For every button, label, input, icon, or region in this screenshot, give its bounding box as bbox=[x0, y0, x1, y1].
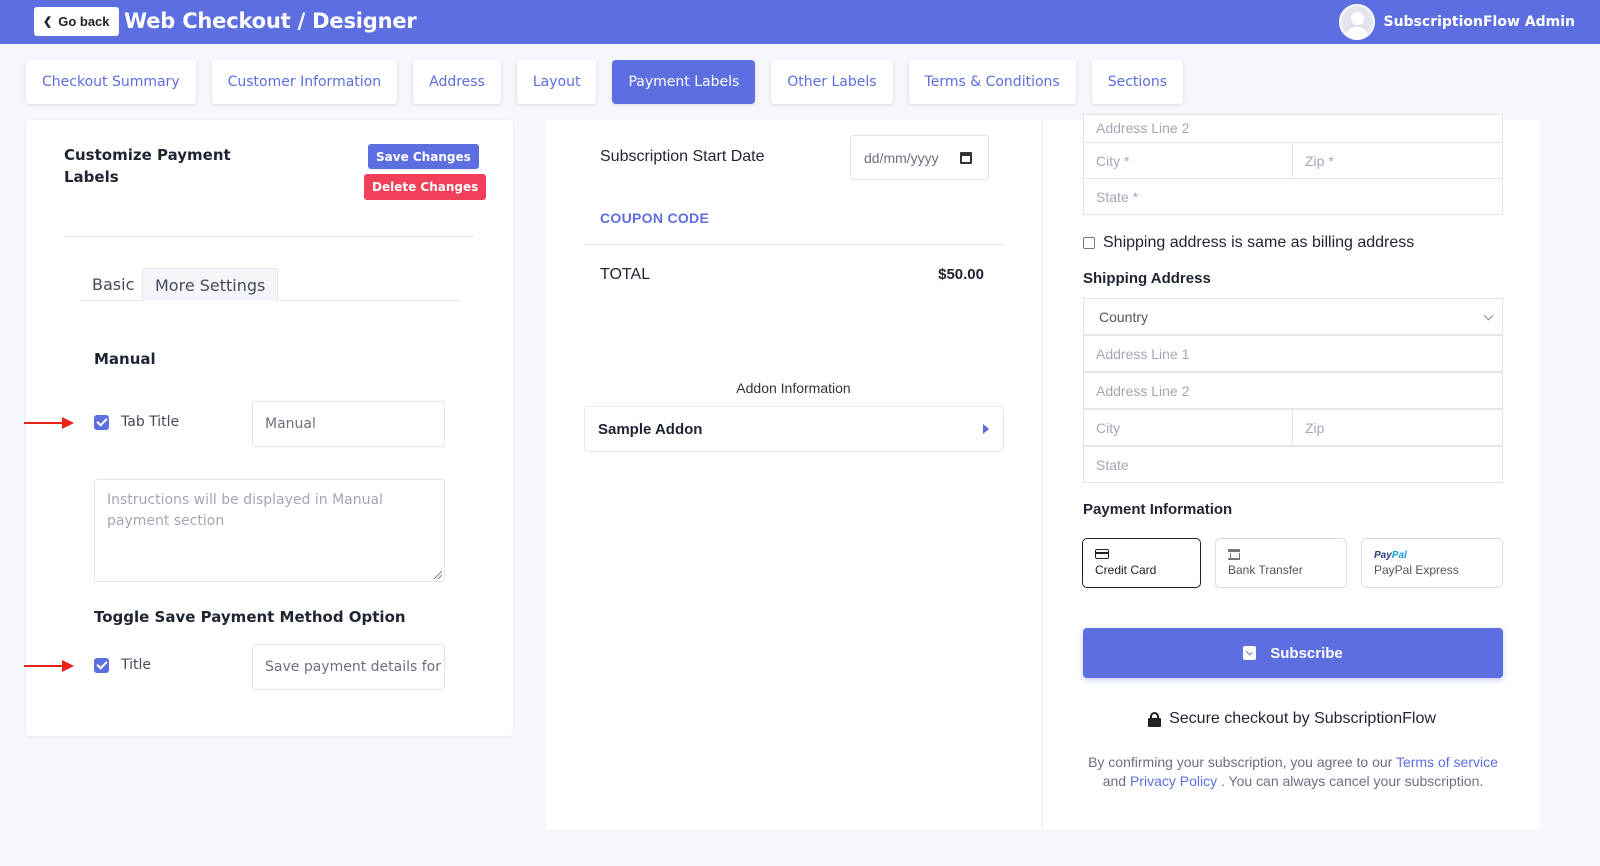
payment-option-bank-transfer[interactable]: Bank Transfer bbox=[1215, 538, 1347, 588]
start-date-label: Subscription Start Date bbox=[600, 148, 765, 165]
country-label: Country bbox=[1099, 308, 1149, 325]
user-menu[interactable]: SubscriptionFlow Admin bbox=[1339, 4, 1575, 40]
tab-title-row: Tab Title bbox=[94, 414, 179, 430]
start-date-input[interactable]: dd/mm/yyyy bbox=[850, 135, 989, 180]
billing-zip[interactable]: Zip * bbox=[1292, 142, 1503, 179]
shipping-address-line2[interactable]: Address Line 2 bbox=[1083, 372, 1503, 409]
manual-heading: Manual bbox=[94, 350, 156, 368]
paypal-label: PayPal Express bbox=[1374, 563, 1459, 577]
delete-changes-button[interactable]: Delete Changes bbox=[364, 174, 487, 200]
tab-other-labels[interactable]: Other Labels bbox=[771, 60, 893, 104]
secure-checkout: Secure checkout by SubscriptionFlow bbox=[1043, 710, 1541, 728]
checkout-summary-preview: Subscription Start Date dd/mm/yyyy COUPO… bbox=[546, 120, 1041, 830]
tab-checkout-summary[interactable]: Checkout Summary bbox=[26, 60, 196, 104]
payment-heading: Payment Information bbox=[1083, 501, 1233, 518]
tab-title-checkbox[interactable] bbox=[94, 414, 109, 430]
divider bbox=[584, 244, 1004, 245]
country-select[interactable]: Country bbox=[1083, 298, 1503, 335]
top-bar: ❮ Go back Web Checkout / Designer Subscr… bbox=[0, 0, 1600, 44]
tab-layout[interactable]: Layout bbox=[516, 60, 597, 104]
chevron-left-icon: ❮ bbox=[43, 16, 53, 28]
secure-checkout-label: Secure checkout by SubscriptionFlow bbox=[1169, 710, 1436, 727]
settings-panel: Customize Payment Labels Save Changes De… bbox=[24, 120, 513, 736]
panel-title: Customize Payment Labels bbox=[64, 146, 231, 186]
paypal-logo-icon: PayPal bbox=[1374, 550, 1407, 561]
checkout-form-preview: Address Line 2 City * Zip * State * Ship… bbox=[1042, 114, 1541, 830]
paypal-logo-text: Pay bbox=[1374, 550, 1392, 561]
go-back-label: Go back bbox=[58, 14, 110, 29]
tab-terms-conditions[interactable]: Terms & Conditions bbox=[908, 60, 1076, 104]
shipping-zip[interactable]: Zip bbox=[1292, 409, 1503, 446]
subscribe-label: Subscribe bbox=[1270, 644, 1343, 662]
coupon-code-link[interactable]: COUPON CODE bbox=[600, 210, 709, 226]
tab-title-input[interactable]: Manual bbox=[252, 401, 445, 447]
save-changes-button[interactable]: Save Changes bbox=[368, 144, 479, 169]
credit-card-label: Credit Card bbox=[1095, 563, 1157, 577]
title-row: Title bbox=[94, 657, 151, 673]
payment-option-credit-card[interactable]: Credit Card bbox=[1082, 538, 1201, 588]
calendar-icon[interactable] bbox=[960, 152, 972, 164]
user-name: SubscriptionFlow Admin bbox=[1383, 14, 1575, 30]
subscribe-button[interactable]: Subscribe bbox=[1083, 628, 1503, 678]
paypal-logo-text: Pal bbox=[1391, 550, 1407, 561]
arrow-right-icon bbox=[24, 417, 74, 429]
instructions-textarea[interactable]: Instructions will be displayed in Manual… bbox=[94, 479, 445, 582]
go-back-button[interactable]: ❮ Go back bbox=[34, 7, 119, 36]
toggle-save-heading: Toggle Save Payment Method Option bbox=[94, 608, 406, 626]
total-value: $50.00 bbox=[938, 266, 984, 283]
bank-transfer-label: Bank Transfer bbox=[1228, 563, 1303, 577]
privacy-policy-link[interactable]: Privacy Policy bbox=[1130, 773, 1217, 789]
page-title: Web Checkout / Designer bbox=[124, 9, 417, 33]
tab-customer-information[interactable]: Customer Information bbox=[211, 60, 398, 104]
billing-address-line2[interactable]: Address Line 2 bbox=[1083, 114, 1503, 143]
legal-text-2: and bbox=[1102, 773, 1127, 789]
shipping-state[interactable]: State bbox=[1083, 446, 1503, 483]
addon-item-label: Sample Addon bbox=[598, 420, 703, 438]
divider bbox=[64, 236, 474, 237]
payment-option-paypal[interactable]: PayPal PayPal Express bbox=[1361, 538, 1503, 588]
title-input[interactable]: Save payment details for f bbox=[252, 644, 445, 690]
same-address-label: Shipping address is same as billing addr… bbox=[1103, 234, 1415, 251]
subtab-more-settings[interactable]: More Settings bbox=[142, 268, 279, 301]
lock-icon bbox=[1148, 711, 1162, 727]
same-address-checkbox[interactable] bbox=[1083, 237, 1095, 249]
chevron-down-icon bbox=[1483, 310, 1494, 321]
terms-of-service-link[interactable]: Terms of service bbox=[1396, 754, 1498, 770]
credit-card-icon bbox=[1095, 549, 1109, 559]
designer-tabs: Checkout Summary Customer Information Ad… bbox=[26, 60, 1184, 104]
total-label: TOTAL bbox=[600, 266, 651, 283]
same-address-row: Shipping address is same as billing addr… bbox=[1083, 234, 1414, 252]
avatar bbox=[1339, 4, 1376, 40]
shopping-bag-icon bbox=[1243, 646, 1257, 660]
addon-heading: Addon Information bbox=[736, 380, 851, 396]
arrow-right-icon bbox=[24, 660, 74, 672]
legal-text: By confirming your subscription, you agr… bbox=[1073, 753, 1513, 791]
bank-icon bbox=[1228, 549, 1240, 560]
billing-city[interactable]: City * bbox=[1083, 142, 1293, 179]
legal-text-3: . You can always cancel your subscriptio… bbox=[1221, 773, 1484, 789]
date-placeholder: dd/mm/yyyy bbox=[864, 149, 939, 166]
shipping-city[interactable]: City bbox=[1083, 409, 1293, 446]
shipping-heading: Shipping Address bbox=[1083, 270, 1211, 287]
title-checkbox[interactable] bbox=[94, 657, 109, 673]
billing-state[interactable]: State * bbox=[1083, 178, 1503, 215]
addon-item[interactable]: Sample Addon bbox=[584, 406, 1004, 452]
shipping-address-line1[interactable]: Address Line 1 bbox=[1083, 335, 1503, 372]
title-label: Title bbox=[121, 657, 152, 673]
legal-text-1: By confirming your subscription, you agr… bbox=[1088, 754, 1393, 770]
caret-right-icon bbox=[983, 424, 989, 434]
tab-address[interactable]: Address bbox=[413, 60, 501, 104]
tab-payment-labels[interactable]: Payment Labels bbox=[612, 60, 756, 104]
subtab-basic[interactable]: Basic bbox=[92, 268, 134, 301]
settings-subtabs: Basic More Settings bbox=[80, 268, 460, 301]
tab-sections[interactable]: Sections bbox=[1091, 60, 1184, 104]
tab-title-label: Tab Title bbox=[121, 414, 180, 430]
